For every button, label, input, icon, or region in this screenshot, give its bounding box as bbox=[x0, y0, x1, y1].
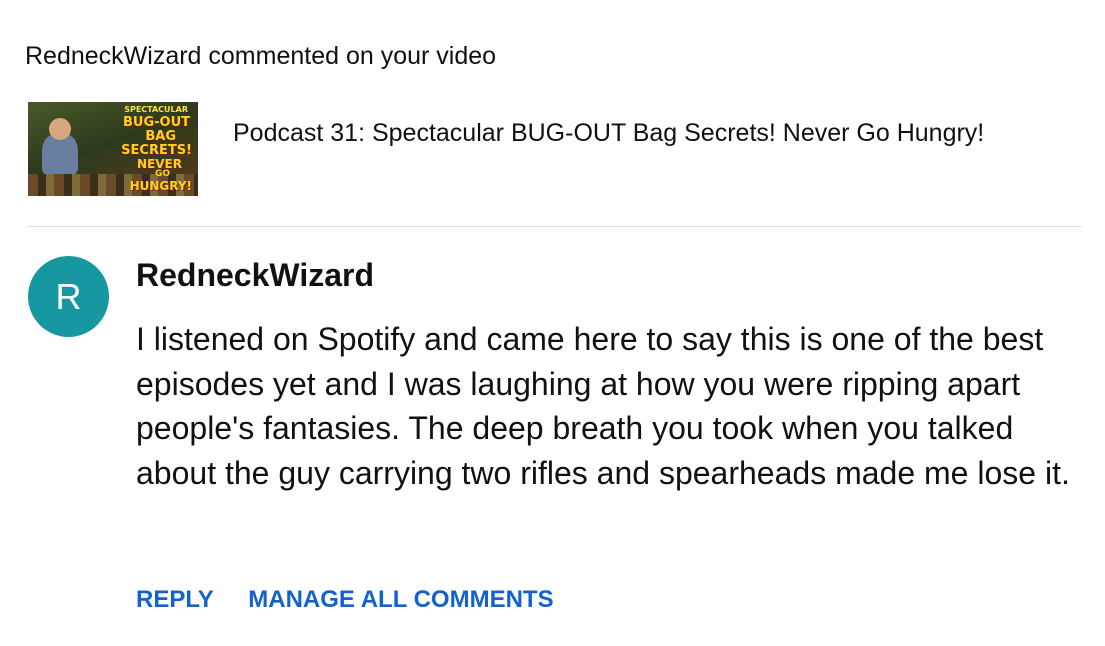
comment-actions: REPLY MANAGE ALL COMMENTS bbox=[136, 586, 584, 614]
notification-page: RedneckWizard commented on your video SP… bbox=[0, 0, 1105, 646]
video-title[interactable]: Podcast 31: Spectacular BUG-OUT Bag Secr… bbox=[233, 116, 1033, 151]
comment-text: I listened on Spotify and came here to s… bbox=[136, 321, 1070, 491]
video-thumbnail[interactable]: SPECTACULAR BUG-OUT BAG SECRETS! NEVER G… bbox=[28, 102, 198, 196]
notification-header: RedneckWizard commented on your video bbox=[25, 42, 497, 70]
divider bbox=[28, 226, 1082, 227]
thumbnail-text-1: SPECTACULAR bbox=[124, 105, 188, 114]
thumbnail-person-head bbox=[49, 118, 71, 140]
video-row[interactable]: SPECTACULAR BUG-OUT BAG SECRETS! NEVER G… bbox=[28, 102, 1088, 198]
avatar[interactable]: R bbox=[28, 256, 109, 337]
thumbnail-text-4: SECRETS! bbox=[121, 143, 192, 158]
thumbnail-text-3: BAG bbox=[145, 129, 176, 144]
reply-button[interactable]: REPLY bbox=[136, 586, 214, 614]
thumbnail-text-2: BUG-OUT bbox=[122, 115, 190, 130]
thumbnail-text-7: HUNGRY! bbox=[129, 179, 192, 193]
manage-all-comments-button[interactable]: MANAGE ALL COMMENTS bbox=[248, 586, 553, 614]
thumbnail-text-6: GO bbox=[154, 169, 170, 179]
comment-author[interactable]: RedneckWizard bbox=[136, 257, 374, 294]
